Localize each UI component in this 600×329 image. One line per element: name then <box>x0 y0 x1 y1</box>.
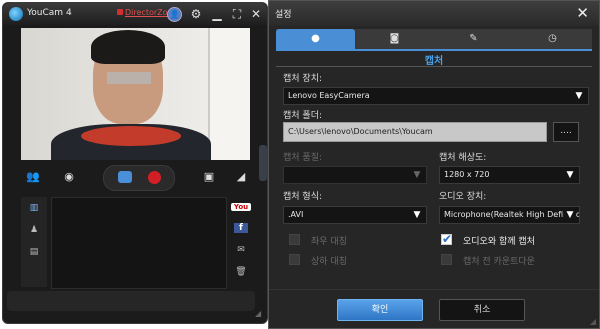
clock-icon: ◷ <box>548 33 557 44</box>
audio-device-value: Microphone(Realtek High Definition <box>444 210 580 219</box>
youcam-logo-icon <box>9 7 23 21</box>
media-library-panel[interactable] <box>51 197 227 289</box>
person-hair <box>91 30 165 64</box>
audio-device-select[interactable]: Microphone(Realtek High Definition ▼ <box>439 206 580 224</box>
frame-icon[interactable]: ▣ <box>201 169 217 185</box>
director-zone-icon <box>117 9 123 15</box>
tab-tools[interactable]: ✎ <box>434 29 513 49</box>
gear-icon[interactable]: ⚙ <box>189 7 203 21</box>
minimize-icon[interactable]: ▁ <box>210 7 224 21</box>
capture-with-audio-label: 오디오와 함께 캡처 <box>463 237 535 247</box>
capture-resolution-label: 캡처 해상도: <box>439 153 487 163</box>
capture-toolbar: 👥 ◉ ▣ ◢ <box>13 163 257 191</box>
capture-resolution-value: 1280 x 720 <box>444 170 490 179</box>
webcam-preview <box>21 28 250 160</box>
settings-tabs: ● ◙ ✎ ◷ <box>276 29 592 49</box>
chevron-down-icon: ▼ <box>564 167 576 183</box>
countdown-label: 캡처 전 카운트다운 <box>463 257 535 267</box>
share-sidebar: You f ✉ 🗑 <box>229 197 253 287</box>
capture-device-select[interactable]: Lenovo EasyCamera ▼ <box>283 87 589 105</box>
close-icon[interactable]: ✕ <box>576 4 589 22</box>
section-title: 캡처 <box>424 56 444 67</box>
tools-icon: ✎ <box>469 33 478 44</box>
capture-with-audio-checkbox[interactable] <box>441 232 452 246</box>
cancel-button[interactable]: 취소 <box>439 299 525 321</box>
eye-icon[interactable]: ◉ <box>61 169 77 185</box>
tab-schedule[interactable]: ◷ <box>513 29 592 49</box>
capture-quality-label: 캡처 품질: <box>283 153 323 163</box>
record-button[interactable] <box>148 171 161 184</box>
settings-title: 설정 <box>275 10 292 20</box>
capture-format-label: 캡처 형식: <box>283 192 323 202</box>
resize-grip-icon[interactable]: ◢ <box>255 309 265 319</box>
chevron-down-icon: ▼ <box>411 167 423 183</box>
youcam-title-bar[interactable]: YouCam 4 DirectorZone 👤 ⚙ ▁ ⛶ ✕ <box>3 3 267 25</box>
resize-grip-icon[interactable]: ◢ <box>590 317 596 326</box>
person-icon[interactable]: ♟ <box>27 225 41 235</box>
capture-quality-select[interactable]: ▼ <box>283 166 427 184</box>
person-collar <box>81 126 181 146</box>
capture-resolution-select[interactable]: 1280 x 720 ▼ <box>439 166 580 184</box>
film-icon[interactable]: ▤ <box>27 247 41 257</box>
panel-collapse-handle[interactable] <box>259 145 267 181</box>
eraser-icon[interactable]: ◢ <box>233 169 249 185</box>
section-divider <box>276 66 592 67</box>
filmstrip-icon[interactable]: ▥ <box>27 203 41 213</box>
button-divider <box>269 289 599 290</box>
flip-vertical-checkbox[interactable] <box>289 254 300 265</box>
library-sidebar: ▥ ♟ ▤ <box>21 197 47 287</box>
chevron-down-icon: ▼ <box>411 207 423 223</box>
user-icon[interactable]: 👤 <box>167 7 182 22</box>
capture-device-label: 캡처 장치: <box>283 74 323 84</box>
close-icon[interactable]: ✕ <box>249 7 263 21</box>
capture-format-value: .AVI <box>288 210 304 219</box>
capture-folder-field[interactable]: C:\Users\lenovo\Documents\Youcam <box>283 122 547 142</box>
capture-format-select[interactable]: .AVI ▼ <box>283 206 427 224</box>
ok-button[interactable]: 확인 <box>337 299 423 321</box>
settings-dialog: 설정 ✕ ● ◙ ✎ ◷ 캡처 캡처 장치: Lenovo EasyCamera… <box>268 0 600 329</box>
capture-button-group <box>103 165 175 191</box>
circle-icon: ● <box>311 33 320 44</box>
youcam-app-title: YouCam 4 <box>27 8 72 18</box>
blurred-eyes <box>107 72 151 84</box>
snapshot-camera-icon[interactable] <box>118 171 132 183</box>
tab-underline <box>276 49 592 51</box>
flip-horizontal-label: 좌우 대칭 <box>311 237 347 247</box>
face-tracking-icon[interactable]: 👥 <box>25 169 41 185</box>
flip-vertical-label: 상하 대칭 <box>311 257 347 267</box>
facebook-icon[interactable]: f <box>234 223 248 233</box>
settings-title-bar[interactable]: 설정 ✕ <box>269 1 599 26</box>
countdown-checkbox[interactable] <box>441 254 452 265</box>
email-icon[interactable]: ✉ <box>231 245 251 255</box>
status-bar <box>7 291 255 311</box>
chevron-down-icon: ▼ <box>573 88 585 104</box>
trash-icon[interactable]: 🗑 <box>231 267 251 277</box>
youtube-icon[interactable]: You <box>231 203 251 211</box>
browse-folder-button[interactable]: .... <box>553 122 579 142</box>
capture-device-value: Lenovo EasyCamera <box>288 91 370 100</box>
chevron-down-icon: ▼ <box>564 207 576 223</box>
flip-horizontal-checkbox[interactable] <box>289 234 300 245</box>
tab-snapshot[interactable]: ◙ <box>355 29 434 49</box>
capture-folder-label: 캡처 폴더: <box>283 111 323 121</box>
tab-capture[interactable]: ● <box>276 29 355 49</box>
maximize-icon[interactable]: ⛶ <box>230 7 244 21</box>
camera-icon: ◙ <box>389 33 400 44</box>
audio-device-label: 오디오 장치: <box>439 192 487 202</box>
background-shelf <box>208 28 250 160</box>
youcam-window: YouCam 4 DirectorZone 👤 ⚙ ▁ ⛶ ✕ 👥 ◉ ▣ ◢ … <box>2 2 268 324</box>
